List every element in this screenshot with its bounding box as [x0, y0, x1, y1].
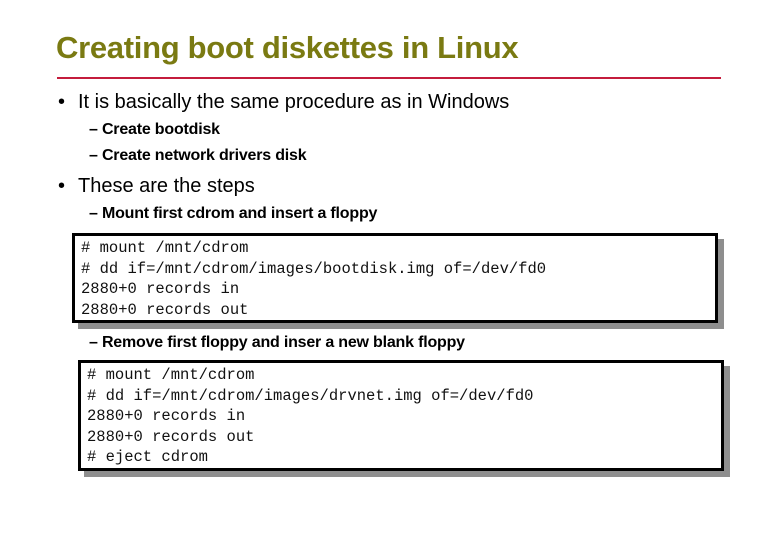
- sub-item: – Remove first floppy and inser a new bl…: [89, 334, 465, 351]
- bullet-item: • These are the steps: [58, 174, 255, 198]
- code-line: # eject cdrom: [87, 448, 208, 467]
- bullet-text: It is basically the same procedure as in…: [78, 91, 510, 113]
- bullet-dot-icon: •: [58, 91, 66, 113]
- slide-title: Creating boot diskettes in Linux: [56, 30, 519, 65]
- code-line: # dd if=/mnt/cdrom/images/drvnet.img of=…: [87, 386, 534, 405]
- title-underline-divider: [57, 77, 721, 79]
- bullet-item: • It is basically the same procedure as i…: [58, 90, 509, 114]
- code-block-drvnet: # mount /mnt/cdrom # dd if=/mnt/cdrom/im…: [78, 360, 724, 471]
- sub-item: – Create network drivers disk: [89, 147, 307, 164]
- code-line: 2880+0 records in: [87, 407, 246, 426]
- code-line: 2880+0 records out: [81, 300, 249, 319]
- code-line: # mount /mnt/cdrom: [81, 239, 249, 257]
- sub-item: – Create bootdisk: [89, 121, 220, 138]
- code-line: 2880+0 records out: [87, 427, 255, 446]
- bullet-dot-icon: •: [58, 175, 66, 197]
- code-line: # dd if=/mnt/cdrom/images/bootdisk.img o…: [81, 259, 547, 278]
- code-block-bootdisk: # mount /mnt/cdrom # dd if=/mnt/cdrom/im…: [72, 233, 718, 323]
- code-line: 2880+0 records in: [81, 280, 240, 299]
- bullet-text: These are the steps: [78, 175, 255, 197]
- sub-item: – Mount first cdrom and insert a floppy: [89, 205, 378, 222]
- code-line: # mount /mnt/cdrom: [87, 366, 255, 384]
